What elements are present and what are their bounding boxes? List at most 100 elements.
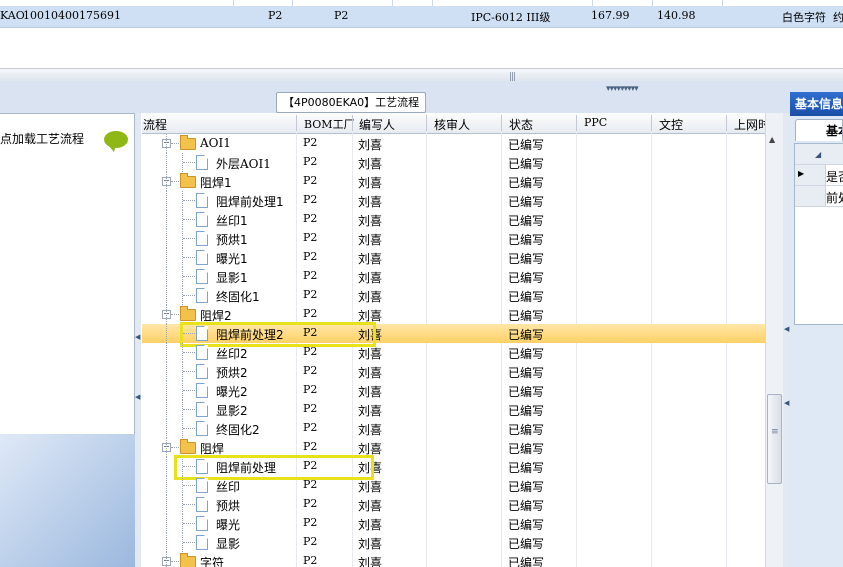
tree-step-row[interactable]: 预烘2 P2 刘喜 已编写 [142, 362, 765, 381]
order-spec: IPC-6012 III级 [471, 11, 551, 24]
tree-step-row[interactable]: 曝光 P2 刘喜 已编写 [142, 514, 765, 533]
header-bom[interactable]: BOM工厂 [304, 116, 355, 132]
vertical-scrollbar[interactable]: ▲ ≡ [765, 113, 783, 567]
left-splitter[interactable]: ◀ ◀ [135, 113, 141, 567]
order-char-color: 白色字符 [782, 11, 826, 24]
tree-connector [171, 314, 179, 315]
corner-triangle-icon: ◢ [815, 150, 822, 159]
step-status: 已编写 [508, 347, 545, 361]
scrollbar-thumb[interactable]: ≡ [767, 394, 782, 484]
tree-step-row[interactable]: 丝印2 P2 刘喜 已编写 [142, 343, 765, 362]
step-editor: 刘喜 [358, 423, 383, 437]
order-row-selected[interactable]: KAO 10010400175691 P2 P2 IPC-6012 III级 1… [0, 6, 843, 28]
folder-icon [180, 439, 196, 454]
step-status: 已编写 [508, 423, 545, 437]
tree-connector [183, 523, 195, 524]
tree-step-row[interactable]: 阻焊前处理1 P2 刘喜 已编写 [142, 191, 765, 210]
header-divider[interactable] [576, 115, 577, 131]
folder-icon [180, 553, 196, 567]
step-bom: P2 [303, 516, 318, 529]
step-bom: P2 [303, 288, 318, 301]
tree-connector [166, 153, 167, 172]
horizontal-splitter[interactable]: ||| [0, 68, 843, 82]
step-status: 已编写 [508, 233, 545, 247]
header-divider[interactable] [296, 115, 297, 131]
header-divider[interactable] [651, 115, 652, 131]
tree-step-row[interactable]: 预烘 P2 刘喜 已编写 [142, 495, 765, 514]
step-editor: 刘喜 [358, 556, 383, 567]
collapse-right-icon[interactable]: ◀ [784, 399, 789, 407]
header-ppc[interactable]: PPC [584, 116, 607, 129]
info-row[interactable]: 前处 [795, 186, 843, 207]
tree-connector [166, 552, 167, 567]
tab-basic[interactable]: 基本 [795, 119, 843, 141]
step-name: 预烘 [216, 499, 241, 513]
load-process-hint[interactable]: 点加载工艺流程 [0, 130, 84, 147]
step-name: 阻焊1 [200, 176, 232, 190]
tree-connector [166, 134, 167, 153]
tree-connector [183, 485, 195, 486]
collapse-left-icon[interactable]: ◀ [135, 393, 140, 401]
row-header[interactable]: ▶ [795, 165, 826, 185]
header-divider[interactable] [426, 115, 427, 131]
step-status: 已编写 [508, 442, 545, 456]
step-editor: 刘喜 [358, 518, 383, 532]
tree-step-row[interactable]: 显影 P2 刘喜 已编写 [142, 533, 765, 552]
tree-connector [171, 561, 179, 562]
row-header[interactable] [795, 186, 826, 206]
header-online[interactable]: 上网时 [734, 116, 765, 133]
header-status[interactable]: 状态 [509, 116, 533, 133]
tree-connector [171, 181, 179, 182]
step-status: 已编写 [508, 480, 545, 494]
tree-folder-row[interactable]: − AOI1 P2 刘喜 已编写 [142, 134, 765, 153]
step-name: 字符 [200, 556, 225, 567]
order-code: KAO [0, 9, 25, 22]
collapse-right-icon[interactable]: ◀ [784, 325, 789, 333]
step-bom: P2 [303, 155, 318, 168]
step-name: 预烘1 [216, 233, 248, 247]
step-name: 曝光 [216, 518, 241, 532]
collapse-left-icon[interactable]: ◀ [135, 333, 140, 341]
tree-step-row[interactable]: 显影2 P2 刘喜 已编写 [142, 400, 765, 419]
step-bom: P2 [303, 193, 318, 206]
tree-folder-row[interactable]: − 字符 P2 刘喜 已编写 [142, 552, 765, 567]
tree-step-row[interactable]: 阻焊前处理 P2 刘喜 已编写 [142, 455, 765, 480]
step-editor: 刘喜 [358, 157, 383, 171]
tree-step-row[interactable]: 外层AOI1 P2 刘喜 已编写 [142, 153, 765, 172]
tree-step-row[interactable]: 阻焊前处理2 P2 刘喜 已编写 [142, 322, 765, 347]
header-editor[interactable]: 编写人 [359, 116, 395, 133]
right-splitter[interactable]: ◀ ◀ [783, 113, 790, 567]
step-bom: P2 [303, 231, 318, 244]
step-name: 显影2 [216, 404, 248, 418]
header-flow[interactable]: 流程 [143, 116, 167, 133]
tree-folder-row[interactable]: − 阻焊1 P2 刘喜 已编写 [142, 172, 765, 191]
scroll-up-icon[interactable]: ▲ [769, 135, 775, 144]
step-editor: 刘喜 [358, 480, 383, 494]
tree-connector [166, 514, 167, 533]
tree-step-row[interactable]: 终固化2 P2 刘喜 已编写 [142, 419, 765, 438]
tree-step-row[interactable]: 显影1 P2 刘喜 已编写 [142, 267, 765, 286]
tree-step-row[interactable]: 曝光1 P2 刘喜 已编写 [142, 248, 765, 267]
document-icon [196, 497, 208, 512]
tree-step-row[interactable]: 终固化1 P2 刘喜 已编写 [142, 286, 765, 305]
tree-step-row[interactable]: 丝印1 P2 刘喜 已编写 [142, 210, 765, 229]
tree-header: 流程 BOM工厂 编写人 核审人 状态 PPC 文控 上网时 [142, 113, 765, 134]
tree-step-row[interactable]: 预烘1 P2 刘喜 已编写 [142, 229, 765, 248]
info-row-label: 是否 [826, 170, 843, 184]
header-doc[interactable]: 文控 [659, 116, 683, 133]
header-divider[interactable] [501, 115, 502, 131]
header-divider[interactable] [352, 115, 353, 131]
step-editor: 刘喜 [358, 404, 383, 418]
info-row[interactable]: ▶ 是否 [795, 165, 843, 186]
header-reviewer[interactable]: 核审人 [434, 116, 470, 133]
basic-info-grid[interactable]: ◢ ▶ 是否 前处 [794, 143, 843, 325]
tree-step-row[interactable]: 曝光2 P2 刘喜 已编写 [142, 381, 765, 400]
step-bom: P2 [303, 174, 318, 187]
tree-connector [166, 362, 167, 381]
tree-step-row[interactable]: 丝印 P2 刘喜 已编写 [142, 476, 765, 495]
step-status: 已编写 [508, 157, 545, 171]
panel-grip-icon[interactable]: ▾▾▾▾▾▾▾▾▾ [606, 84, 639, 94]
process-tree-grid[interactable]: 流程 BOM工厂 编写人 核审人 状态 PPC 文控 上网时 − AOI1 P2 刘喜… [142, 113, 765, 567]
header-divider[interactable] [726, 115, 727, 131]
tree-connector [166, 476, 167, 495]
